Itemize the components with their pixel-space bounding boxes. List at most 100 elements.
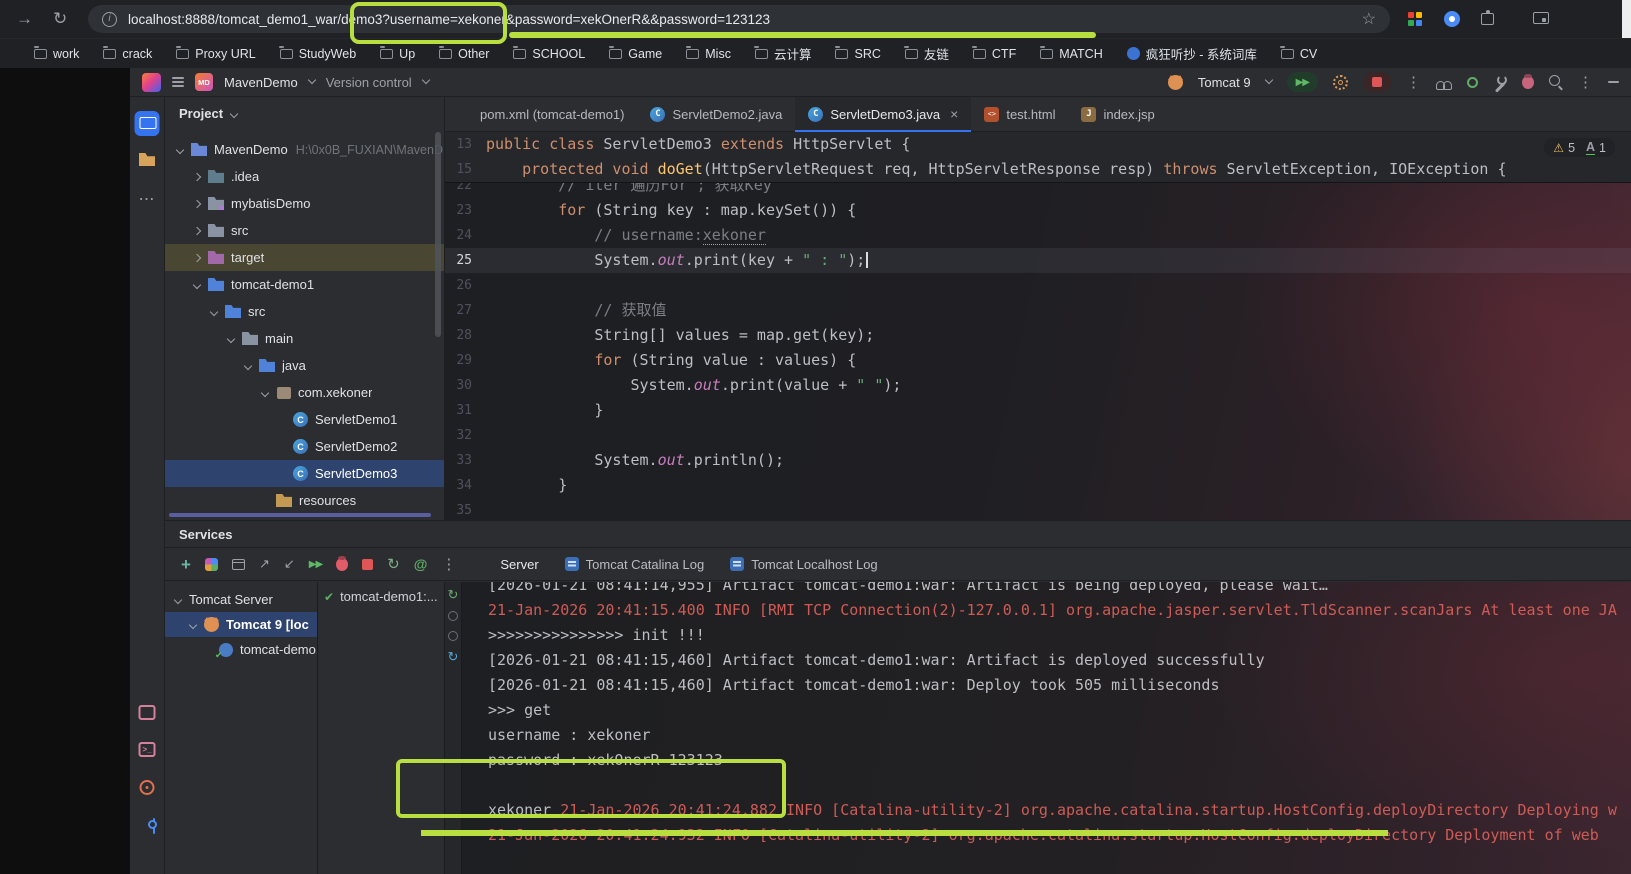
minimize-icon[interactable]	[1608, 81, 1619, 83]
bookmark-proxy-url[interactable]: Proxy URL	[175, 45, 256, 61]
people-icon[interactable]	[1436, 79, 1452, 90]
tree-item-main[interactable]: main	[165, 325, 444, 352]
tab-servletdemo2-java[interactable]: ServletDemo2.java	[637, 97, 795, 131]
tree-item-idea[interactable]: .idea	[165, 163, 444, 190]
chevron-down-icon[interactable]	[307, 75, 316, 85]
tree-item-com-xekoner[interactable]: com.xekoner	[165, 379, 444, 406]
stop-server-icon[interactable]	[362, 558, 374, 570]
split-view-icon[interactable]	[231, 558, 245, 570]
extension-blue-icon[interactable]	[1444, 11, 1460, 27]
screen-share-icon[interactable]	[1533, 12, 1549, 24]
tools-icon[interactable]	[1493, 75, 1507, 89]
bookmark-misc[interactable]: Misc	[685, 45, 731, 61]
chevron-right-icon[interactable]	[192, 172, 202, 181]
collapse-all-icon[interactable]: ↙	[284, 556, 295, 572]
chevron-down-icon[interactable]	[243, 361, 253, 370]
services-item-tomcat-demo1[interactable]: tomcat-demo1	[165, 637, 317, 662]
bookmark-up[interactable]: Up	[379, 45, 415, 61]
chevron-down-icon[interactable]	[260, 388, 270, 397]
project-widget[interactable]: MavenDemo	[224, 75, 298, 90]
status-dot-icon[interactable]	[1467, 76, 1478, 88]
tab-index-jsp[interactable]: index.jsp	[1068, 97, 1167, 131]
services-tab-server[interactable]: Server	[500, 557, 538, 572]
chevron-right-icon[interactable]	[192, 253, 202, 262]
deployment-item[interactable]: ✔ tomcat-demo1:...	[318, 589, 444, 604]
rerun-icon[interactable]: ↻	[448, 588, 459, 601]
services-header[interactable]: Services	[165, 521, 1631, 548]
deploy-icon[interactable]: @	[414, 556, 428, 572]
extension-grid-icon[interactable]	[1408, 12, 1422, 26]
forward-icon[interactable]: →	[16, 9, 33, 29]
bookmark-src[interactable]: SRC	[834, 45, 881, 61]
services-item-tomcat-server[interactable]: Tomcat Server	[165, 587, 317, 612]
bookmark-item[interactable]: 疯狂听抄 - 系统词库	[1126, 44, 1257, 63]
site-info-icon[interactable]: i	[102, 11, 117, 27]
more-run-options-icon[interactable]: ⋮	[1406, 75, 1421, 90]
terminal-tool-icon[interactable]: >_	[138, 742, 156, 757]
console-option-icon[interactable]	[448, 631, 458, 641]
project-tool-icon[interactable]	[134, 111, 160, 136]
bookmark-school[interactable]: SCHOOL	[512, 45, 585, 61]
more-icon[interactable]: ⋮	[441, 557, 456, 572]
bookmark-ctf[interactable]: CTF	[972, 45, 1016, 61]
rerun-server-icon[interactable]: ▶▶	[309, 559, 323, 570]
bookmark-studyweb[interactable]: StudyWeb	[279, 45, 356, 61]
extensions-icon[interactable]	[1481, 10, 1494, 25]
code-area[interactable]: ⚠ 5 A1 22 // iter 遍历For ; 获取Key 23 for (St…	[445, 132, 1631, 520]
reload-icon[interactable]: ↻	[53, 9, 67, 29]
bookmark-item[interactable]: 友链	[904, 44, 949, 63]
tree-item-tomcat-demo1[interactable]: tomcat-demo1	[165, 271, 444, 298]
tab-servletdemo3-java[interactable]: ServletDemo3.java ×	[795, 97, 972, 132]
console-option-icon[interactable]	[448, 611, 458, 621]
stop-button[interactable]	[1363, 72, 1391, 92]
add-service-icon[interactable]: +	[181, 556, 191, 573]
bookmark-work[interactable]: work	[33, 45, 79, 61]
chevron-down-icon[interactable]	[1264, 75, 1273, 85]
address-bar[interactable]: i localhost:8888/tomcat_demo1_war/demo3?…	[88, 5, 1390, 33]
tree-item-target[interactable]: target	[165, 244, 444, 271]
chevron-down-icon[interactable]	[209, 307, 219, 316]
more-options-icon[interactable]: ⋮	[1578, 75, 1593, 90]
inspections-widget[interactable]: ⚠ 5 A1	[1544, 138, 1615, 157]
chevron-down-icon[interactable]	[421, 75, 430, 85]
notifications-tool-icon[interactable]	[138, 705, 156, 720]
tree-item-servletdemo2[interactable]: ServletDemo2	[165, 433, 444, 460]
chevron-down-icon[interactable]	[188, 620, 198, 629]
url-text[interactable]: localhost:8888/tomcat_demo1_war/demo3?us…	[128, 12, 770, 27]
chevron-right-icon[interactable]	[192, 226, 202, 235]
project-panel-header[interactable]: Project	[165, 97, 444, 130]
debug-server-icon[interactable]	[336, 555, 349, 571]
run-button[interactable]: ▶▶	[1286, 72, 1318, 92]
tab-pom-xml-tomcat-demo1[interactable]: pom.xml (tomcat-demo1)	[445, 97, 637, 131]
tree-item-src[interactable]: src	[165, 298, 444, 325]
tree-item-servletdemo1[interactable]: ServletDemo1	[165, 406, 444, 433]
chevron-down-icon[interactable]	[173, 595, 183, 604]
view-mode-icon[interactable]	[204, 557, 218, 571]
project-scrollbar-horizontal[interactable]	[169, 513, 431, 517]
search-icon[interactable]	[1549, 75, 1563, 89]
close-icon[interactable]: ×	[950, 106, 958, 122]
chevron-down-icon[interactable]	[175, 145, 185, 154]
chevron-right-icon[interactable]	[192, 199, 202, 208]
gear-icon[interactable]	[1333, 74, 1348, 90]
services-item-tomcat-9-loc[interactable]: Tomcat 9 [loc	[165, 612, 317, 637]
chevron-down-icon[interactable]	[226, 334, 236, 343]
bookmark-match[interactable]: MATCH	[1039, 45, 1103, 61]
services-tab-tomcat-localhost-log[interactable]: Tomcat Localhost Log	[730, 557, 878, 572]
bookmark-item[interactable]: 云计算	[754, 44, 811, 63]
bookmark-other[interactable]: Other	[438, 45, 489, 61]
tree-item-mybatisdemo[interactable]: mybatisDemo	[165, 190, 444, 217]
tree-item-servletdemo3[interactable]: ServletDemo3	[165, 460, 444, 487]
tree-item-mavendemo[interactable]: MavenDemo H:\0x0B_FUXIAN\MavenD	[165, 136, 444, 163]
debugger-icon[interactable]	[1522, 73, 1534, 89]
main-menu-icon[interactable]	[172, 77, 184, 87]
vcs-widget[interactable]: Version control	[326, 75, 412, 90]
tab-test-html[interactable]: test.html	[971, 97, 1068, 131]
project-scrollbar-vertical[interactable]	[435, 132, 441, 337]
chevron-down-icon[interactable]	[229, 109, 239, 118]
console-output[interactable]: [2026-01-21 08:41:14,955] Artifact tomca…	[462, 582, 1631, 874]
bookmark-game[interactable]: Game	[608, 45, 662, 61]
chevron-down-icon[interactable]	[192, 280, 202, 289]
bookmark-cv[interactable]: CV	[1280, 45, 1317, 61]
run-config-widget[interactable]: Tomcat 9	[1198, 75, 1251, 90]
